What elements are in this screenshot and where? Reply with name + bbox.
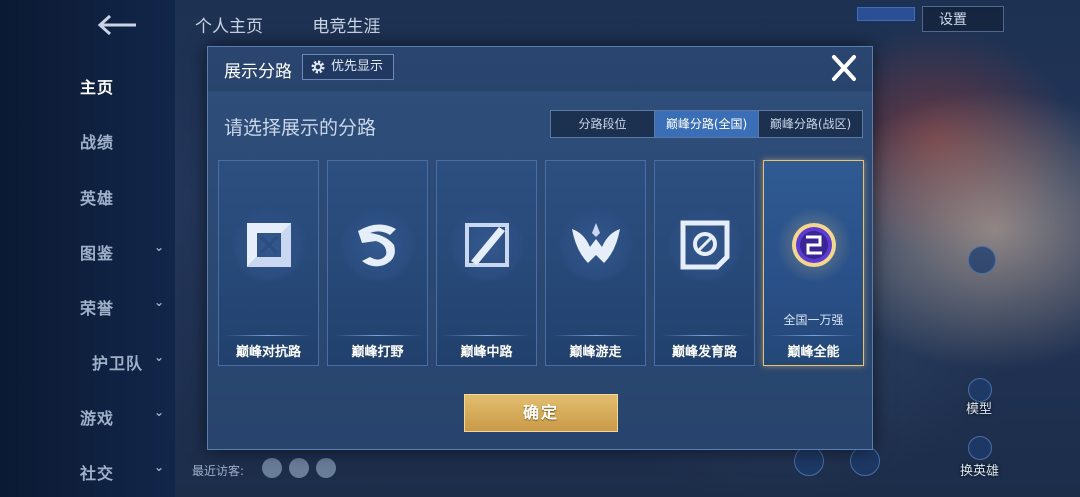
tab-profile[interactable]: 个人主页 xyxy=(195,17,263,37)
segment-peak-region[interactable]: 巅峰分路(战区) xyxy=(759,111,862,137)
golden-emblem-icon xyxy=(792,223,836,267)
settings-button[interactable]: 设置 xyxy=(922,6,1004,32)
divider xyxy=(552,335,639,336)
emblem xyxy=(558,207,634,283)
top-tabs: 个人主页 电竞生涯 xyxy=(195,12,424,37)
sidebar-item-records[interactable]: 战绩 xyxy=(80,129,160,153)
priority-label: 优先显示 xyxy=(331,59,384,74)
action-icon[interactable] xyxy=(794,446,824,476)
sidebar-item-label: 护卫队 xyxy=(92,354,144,373)
chevron-down-icon: ⌄ xyxy=(154,460,166,474)
settings-label: 设置 xyxy=(939,12,967,28)
sword-shield-icon xyxy=(247,223,291,267)
dragon-icon xyxy=(358,224,396,267)
sidebar-item-heroes[interactable]: 英雄 xyxy=(80,185,160,209)
chevron-down-icon: ⌄ xyxy=(154,295,166,309)
segment-peak-national[interactable]: 巅峰分路(全国) xyxy=(655,111,759,137)
emblem xyxy=(340,207,416,283)
lane-card-label: 巅峰发育路 xyxy=(671,345,737,360)
emblem xyxy=(449,207,525,283)
wings-icon xyxy=(572,223,620,263)
recent-visitors-label: 最近访客: xyxy=(192,464,245,478)
sidebar-item-label: 主页 xyxy=(80,78,115,97)
lane-scope-segmented: 分路段位 巅峰分路(全国) 巅峰分路(战区) xyxy=(550,110,863,138)
emblem xyxy=(667,207,743,283)
change-hero-icon[interactable] xyxy=(968,436,992,460)
sidebar-item-label: 荣誉 xyxy=(80,299,115,318)
play-icon[interactable] xyxy=(850,446,880,476)
sidebar-item-label: 英雄 xyxy=(80,189,115,208)
avatar[interactable] xyxy=(289,458,309,478)
confirm-button[interactable]: 确定 xyxy=(464,394,618,432)
lane-card-label: 巅峰游走 xyxy=(569,345,622,360)
sidebar-item-codex[interactable]: 图鉴 ⌄ xyxy=(80,240,164,264)
segment-lane-rank[interactable]: 分路段位 xyxy=(551,111,655,137)
emblem xyxy=(776,207,852,283)
sidebar-item-guard[interactable]: 护卫队 ⌄ xyxy=(92,350,172,374)
sidebar-item-label: 图鉴 xyxy=(80,244,115,263)
staff-icon xyxy=(465,223,509,267)
lane-card-label: 巅峰打野 xyxy=(351,345,404,360)
sidebar-item-home[interactable]: 主页 xyxy=(80,74,160,98)
chevron-down-icon: ⌄ xyxy=(154,240,166,254)
lane-card-jungle[interactable]: 巅峰打野 xyxy=(327,160,428,366)
gear-icon xyxy=(311,60,325,74)
sidebar-item-games[interactable]: 游戏 ⌄ xyxy=(80,405,164,429)
rank-text: 全国一万强 xyxy=(783,313,844,327)
rotate-icon[interactable] xyxy=(968,246,996,274)
lane-card-label: 巅峰中路 xyxy=(460,345,513,360)
divider xyxy=(770,335,857,336)
change-hero-label[interactable]: 换英雄 xyxy=(960,460,999,479)
sidebar-item-label: 社交 xyxy=(80,464,115,483)
sidebar-item-social[interactable]: 社交 ⌄ xyxy=(80,460,164,484)
back-icon[interactable] xyxy=(96,12,140,38)
status-badge xyxy=(857,7,915,21)
sidebar: 主页 战绩 英雄 图鉴 ⌄ 荣誉 ⌄ 护卫队 ⌄ 游戏 ⌄ 社交 ⌄ xyxy=(0,0,175,497)
lane-card-bot[interactable]: 巅峰发育路 xyxy=(654,160,755,366)
lane-card-label: 巅峰全能 xyxy=(787,345,840,360)
sidebar-item-honor[interactable]: 荣誉 ⌄ xyxy=(80,295,164,319)
lane-card-roam[interactable]: 巅峰游走 xyxy=(545,160,646,366)
sidebar-item-label: 战绩 xyxy=(80,133,115,152)
lane-card-top[interactable]: 巅峰对抗路 xyxy=(218,160,319,366)
divider xyxy=(443,335,530,336)
close-icon[interactable] xyxy=(826,53,862,83)
avatar[interactable] xyxy=(316,458,336,478)
emblem xyxy=(231,207,307,283)
chevron-down-icon: ⌄ xyxy=(154,405,166,419)
dialog-body: 请选择展示的分路 分路段位 巅峰分路(全国) 巅峰分路(战区) 巅峰对抗路 巅峰… xyxy=(208,91,872,449)
tab-esports[interactable]: 电竞生涯 xyxy=(312,17,380,37)
dialog-subtitle: 请选择展示的分路 xyxy=(224,117,377,139)
sidebar-item-label: 游戏 xyxy=(80,409,115,428)
dialog-title: 展示分路 xyxy=(224,62,292,82)
target-icon xyxy=(680,220,730,270)
model-label[interactable]: 模型 xyxy=(966,398,992,417)
priority-display-button[interactable]: 优先显示 xyxy=(302,54,394,80)
divider xyxy=(225,335,312,336)
chevron-down-icon: ⌄ xyxy=(154,350,166,364)
divider xyxy=(661,335,748,336)
lane-card-all-round[interactable]: 全国一万强 巅峰全能 xyxy=(763,160,864,366)
divider xyxy=(334,335,421,336)
display-lane-dialog: 展示分路 优先显示 请选择展示的分路 分路段位 巅峰分路(全国) 巅峰分路(战区… xyxy=(207,46,873,450)
lane-card-mid[interactable]: 巅峰中路 xyxy=(436,160,537,366)
avatar[interactable] xyxy=(262,458,282,478)
lane-card-label: 巅峰对抗路 xyxy=(235,345,301,360)
